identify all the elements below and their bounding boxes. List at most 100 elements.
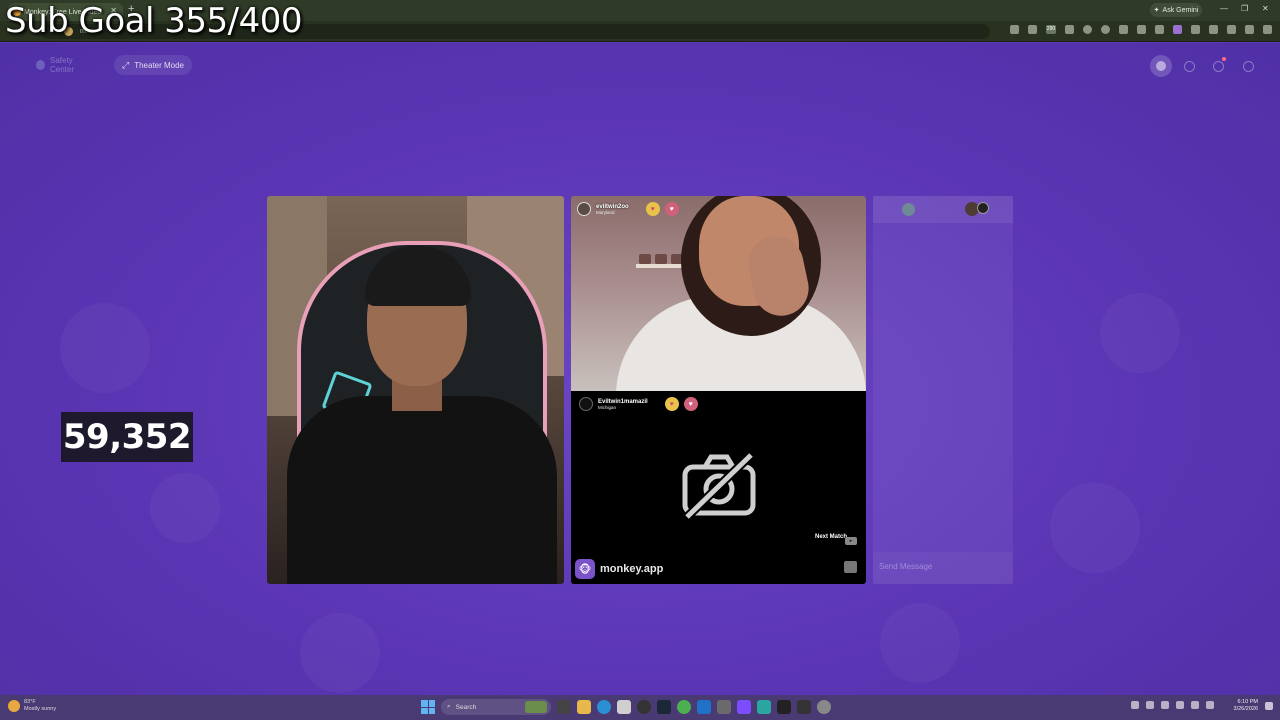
expand-icon: ⤢ <box>122 59 130 70</box>
wifi-icon[interactable] <box>1176 701 1184 709</box>
shelf-items <box>639 254 683 264</box>
taskbar-apps: ⌕ Search <box>421 699 831 715</box>
background-bubble <box>880 603 960 683</box>
send-message-input[interactable]: Send Message <box>873 552 1013 584</box>
settings-app-icon[interactable] <box>717 700 731 714</box>
heart-icon[interactable]: ♥ <box>645 202 660 216</box>
restore-icon[interactable]: ❐ <box>1241 4 1248 13</box>
monkey-page: Safety Center ⤢ Theater Mode eviltwin2oo… <box>0 43 1280 695</box>
settings-button[interactable] <box>1237 55 1259 77</box>
sub-goal-overlay: Sub Goal 355/400 <box>5 1 303 41</box>
weather-widget[interactable]: 83°F Mostly sunny <box>8 699 56 713</box>
profile-avatar[interactable] <box>1150 55 1172 77</box>
top-user-location: Maryland <box>596 209 615 215</box>
edge-icon[interactable] <box>597 700 611 714</box>
notification-icon[interactable] <box>1265 702 1273 710</box>
bookmark-star-icon[interactable] <box>1028 25 1037 34</box>
extension-toolbar: 290 <box>1010 25 1272 34</box>
extension-icon[interactable] <box>1155 25 1164 34</box>
twitch-icon[interactable] <box>1173 25 1182 34</box>
vscode-icon[interactable] <box>757 700 771 714</box>
store-icon[interactable] <box>617 700 631 714</box>
brand-name: monkey.app <box>600 563 664 575</box>
terminal-icon[interactable] <box>797 700 811 714</box>
gift-icon[interactable]: ♥ <box>683 397 698 411</box>
safety-center-label: Safety Center <box>50 56 75 74</box>
more-icon[interactable] <box>1263 25 1272 34</box>
remote-video-bottom: Eviltwin1mamazil Michigan ♥ ♥ 🐵 monkey.a… <box>571 391 866 584</box>
gear-icon[interactable] <box>817 700 831 714</box>
avatar <box>579 397 593 411</box>
background-bubble <box>300 613 380 693</box>
chat-icon <box>1212 60 1224 72</box>
avatar-icon <box>1156 61 1166 71</box>
close-window-icon[interactable]: ✕ <box>1262 4 1269 13</box>
safety-icon <box>36 60 45 70</box>
background-bubble <box>60 303 150 393</box>
wall-shelf <box>636 264 686 268</box>
github-icon[interactable] <box>637 700 651 714</box>
heart-icon[interactable]: ♥ <box>664 397 679 411</box>
task-view-icon[interactable] <box>557 700 571 714</box>
sidebar-icon[interactable] <box>1209 25 1218 34</box>
extension-icon[interactable] <box>1083 25 1092 34</box>
weather-desc: Mostly sunny <box>24 706 57 712</box>
file-explorer-icon[interactable] <box>577 700 591 714</box>
shield-icon[interactable] <box>1119 25 1128 34</box>
extension-icon[interactable] <box>1065 25 1074 34</box>
next-key-icon: ▸ <box>845 537 857 545</box>
extension-icon[interactable] <box>1101 25 1110 34</box>
background-bubble <box>1050 483 1140 573</box>
notification-dot <box>1222 57 1226 61</box>
background-bubble <box>1100 293 1180 373</box>
search-icon: ⌕ <box>447 703 451 710</box>
minimize-icon[interactable]: — <box>1220 4 1228 13</box>
camera-off-icon <box>682 451 756 521</box>
avatar[interactable] <box>977 202 989 214</box>
system-tray <box>1131 701 1214 709</box>
report-icon[interactable] <box>844 561 857 573</box>
cast-icon[interactable] <box>1010 25 1019 34</box>
discord-icon[interactable] <box>737 700 751 714</box>
taskbar-search[interactable]: ⌕ Search <box>441 699 551 715</box>
clock-icon <box>1183 60 1195 72</box>
chevron-up-icon[interactable] <box>1131 701 1139 709</box>
chrome-icon[interactable] <box>677 700 691 714</box>
menu-icon[interactable] <box>1245 25 1254 34</box>
top-user-tag[interactable]: eviltwin2oo Maryland ♥ ♥ <box>577 202 679 216</box>
extension-icon[interactable] <box>1227 25 1236 34</box>
history-button[interactable] <box>1178 55 1200 77</box>
puzzle-icon[interactable] <box>1191 25 1200 34</box>
battery-icon[interactable] <box>1206 701 1214 709</box>
theater-mode-label: Theater Mode <box>134 60 185 70</box>
messages-button[interactable] <box>1207 55 1229 77</box>
avatar[interactable] <box>902 203 915 216</box>
windows-start-icon[interactable] <box>421 700 435 714</box>
display-icon[interactable] <box>1161 701 1169 709</box>
monkey-brand: 🐵 monkey.app <box>575 559 663 579</box>
microphone-icon[interactable] <box>1146 701 1154 709</box>
clock-date: 3/26/2026 <box>1233 706 1258 712</box>
obs-icon[interactable] <box>777 700 791 714</box>
bottom-user-location: Michigan <box>598 404 617 410</box>
bottom-user-tag[interactable]: Eviltwin1mamazil Michigan ♥ ♥ <box>579 397 698 411</box>
ask-gemini-label: Ask Gemini <box>1162 6 1199 14</box>
extension-badge-icon[interactable]: 290 <box>1046 25 1056 34</box>
gemini-icon: ✦ <box>1153 7 1160 14</box>
safety-center-button[interactable]: Safety Center <box>28 55 102 75</box>
chat-panel: Send Message <box>873 196 1013 584</box>
mail-icon[interactable] <box>697 700 711 714</box>
gift-icon[interactable]: ♥ <box>664 202 679 216</box>
weather-temp: 83°F <box>24 699 36 705</box>
extension-icon[interactable] <box>1137 25 1146 34</box>
next-match-button[interactable]: Next Match <box>815 534 847 541</box>
person-torso <box>287 396 557 584</box>
monkey-logo-icon: 🐵 <box>575 559 595 579</box>
taskbar-clock[interactable]: 6:10 PM 3/26/2026 <box>1234 699 1258 713</box>
windows-taskbar: 83°F Mostly sunny ⌕ Search 6:10 PM 3/26/… <box>0 695 1280 720</box>
steam-icon[interactable] <box>657 700 671 714</box>
ask-gemini-button[interactable]: ✦ Ask Gemini <box>1150 3 1202 17</box>
volume-icon[interactable] <box>1191 701 1199 709</box>
search-label: Search <box>455 703 477 711</box>
theater-mode-button[interactable]: ⤢ Theater Mode <box>114 55 192 75</box>
